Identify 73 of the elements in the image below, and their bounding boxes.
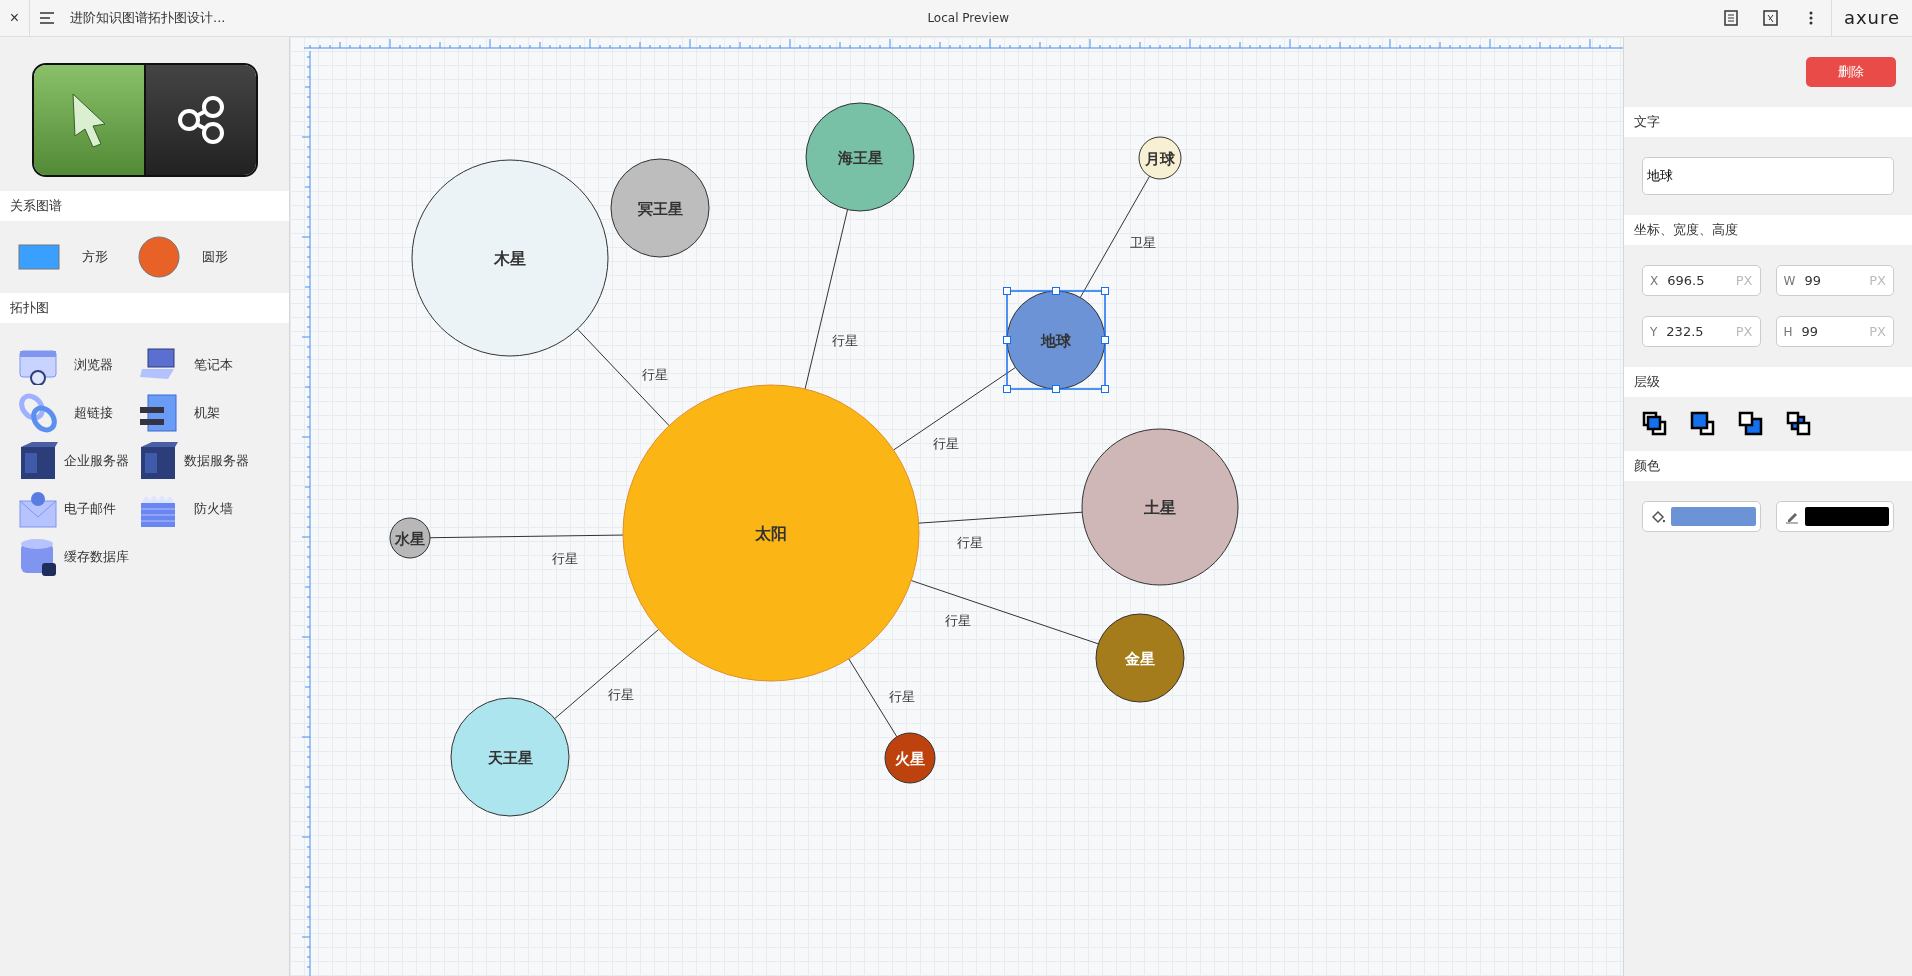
planet-node[interactable] (389, 517, 431, 559)
section-header: 关系图谱 (0, 191, 289, 221)
node-label: 地球 (1041, 332, 1071, 350)
section-header: 文字 (1624, 107, 1912, 137)
edge-label: 行星 (945, 613, 972, 629)
send-backward-icon[interactable] (1738, 411, 1764, 437)
node-label: 海王星 (837, 149, 883, 167)
node-label: 太阳 (755, 524, 787, 543)
planet-node[interactable] (450, 697, 570, 817)
palette-item-label[interactable]: 圆形 (202, 248, 228, 266)
palette-item-label[interactable]: 防火墙 (194, 500, 233, 518)
number-field[interactable]: Y 232.5 PX (1642, 316, 1761, 347)
palette-item-label[interactable]: 超链接 (74, 404, 113, 422)
edge-label: 行星 (607, 687, 634, 703)
edge-label: 行星 (832, 333, 859, 349)
window-title: Local Preview (926, 11, 1010, 25)
delete-button[interactable]: 删除 (1806, 57, 1896, 87)
node-label: 天王星 (487, 749, 533, 767)
close-button[interactable]: × (0, 0, 30, 36)
palette-item-label[interactable]: 企业服务器 (64, 452, 129, 470)
palette-item-label[interactable]: 电子邮件 (64, 500, 116, 518)
bring-to-front-icon[interactable] (1642, 411, 1668, 437)
chain-link-icon[interactable] (18, 393, 58, 433)
number-field[interactable]: X 696.5 PX (1642, 265, 1761, 296)
edge-label: 行星 (956, 534, 983, 550)
palette-item-label[interactable]: 数据服务器 (184, 452, 249, 470)
node-label: 土星 (1144, 498, 1176, 517)
node-label: 金星 (1125, 650, 1155, 668)
node-label: 木星 (494, 249, 526, 268)
planet-node[interactable] (1095, 613, 1185, 703)
palette-item-label[interactable]: 笔记本 (194, 356, 233, 374)
node-label: 冥王星 (637, 200, 683, 218)
section-header: 层级 (1624, 367, 1912, 397)
circle-shape-icon[interactable] (138, 236, 180, 278)
color-field[interactable] (1775, 501, 1894, 532)
planet-node[interactable] (884, 732, 936, 784)
planet-node[interactable] (805, 102, 915, 212)
planet-node[interactable] (610, 158, 710, 258)
palette-item-label[interactable]: 缓存数据库 (64, 548, 129, 566)
edge-label: 行星 (932, 436, 959, 452)
planet-node[interactable] (1081, 428, 1239, 586)
bring-forward-icon[interactable] (1690, 411, 1716, 437)
palette-item-label[interactable]: 方形 (82, 248, 108, 266)
number-field[interactable]: H 99 PX (1775, 316, 1894, 347)
node-label: 月球 (1145, 150, 1175, 168)
edge-label: 行星 (552, 550, 579, 566)
palette-item-label[interactable]: 浏览器 (74, 356, 113, 374)
paint-bucket-icon (1651, 509, 1665, 524)
node-label: 火星 (895, 750, 925, 768)
planet-node[interactable] (1138, 136, 1182, 180)
edge-label: 卫星 (1129, 234, 1156, 250)
edge-label: 行星 (641, 366, 668, 382)
number-field[interactable]: W 99 PX (1775, 265, 1894, 296)
server-icon[interactable] (18, 441, 58, 481)
text-field[interactable]: 地球 (1642, 157, 1894, 195)
planet-node[interactable] (622, 384, 920, 682)
color-field[interactable] (1642, 501, 1761, 532)
server-icon[interactable] (138, 441, 178, 481)
brand-logo: axure (1831, 0, 1912, 36)
section-header: 拓扑图 (0, 293, 289, 323)
section-header: 颜色 (1624, 451, 1912, 481)
rack-icon[interactable] (138, 393, 178, 433)
envelope-icon[interactable] (18, 489, 58, 529)
palette-item-label[interactable]: 机架 (194, 404, 220, 422)
edge-label: 行星 (889, 688, 916, 704)
connect-mode-button[interactable] (145, 65, 256, 175)
node-label: 水星 (395, 530, 425, 548)
database-icon[interactable] (18, 537, 58, 577)
planet-node[interactable] (411, 159, 609, 357)
select-mode-button[interactable] (33, 65, 146, 175)
document-title: 进阶知识图谱拓扑图设计... (70, 9, 226, 27)
section-header: 坐标、宽度、高度 (1624, 215, 1912, 245)
send-to-back-icon[interactable] (1786, 411, 1812, 437)
